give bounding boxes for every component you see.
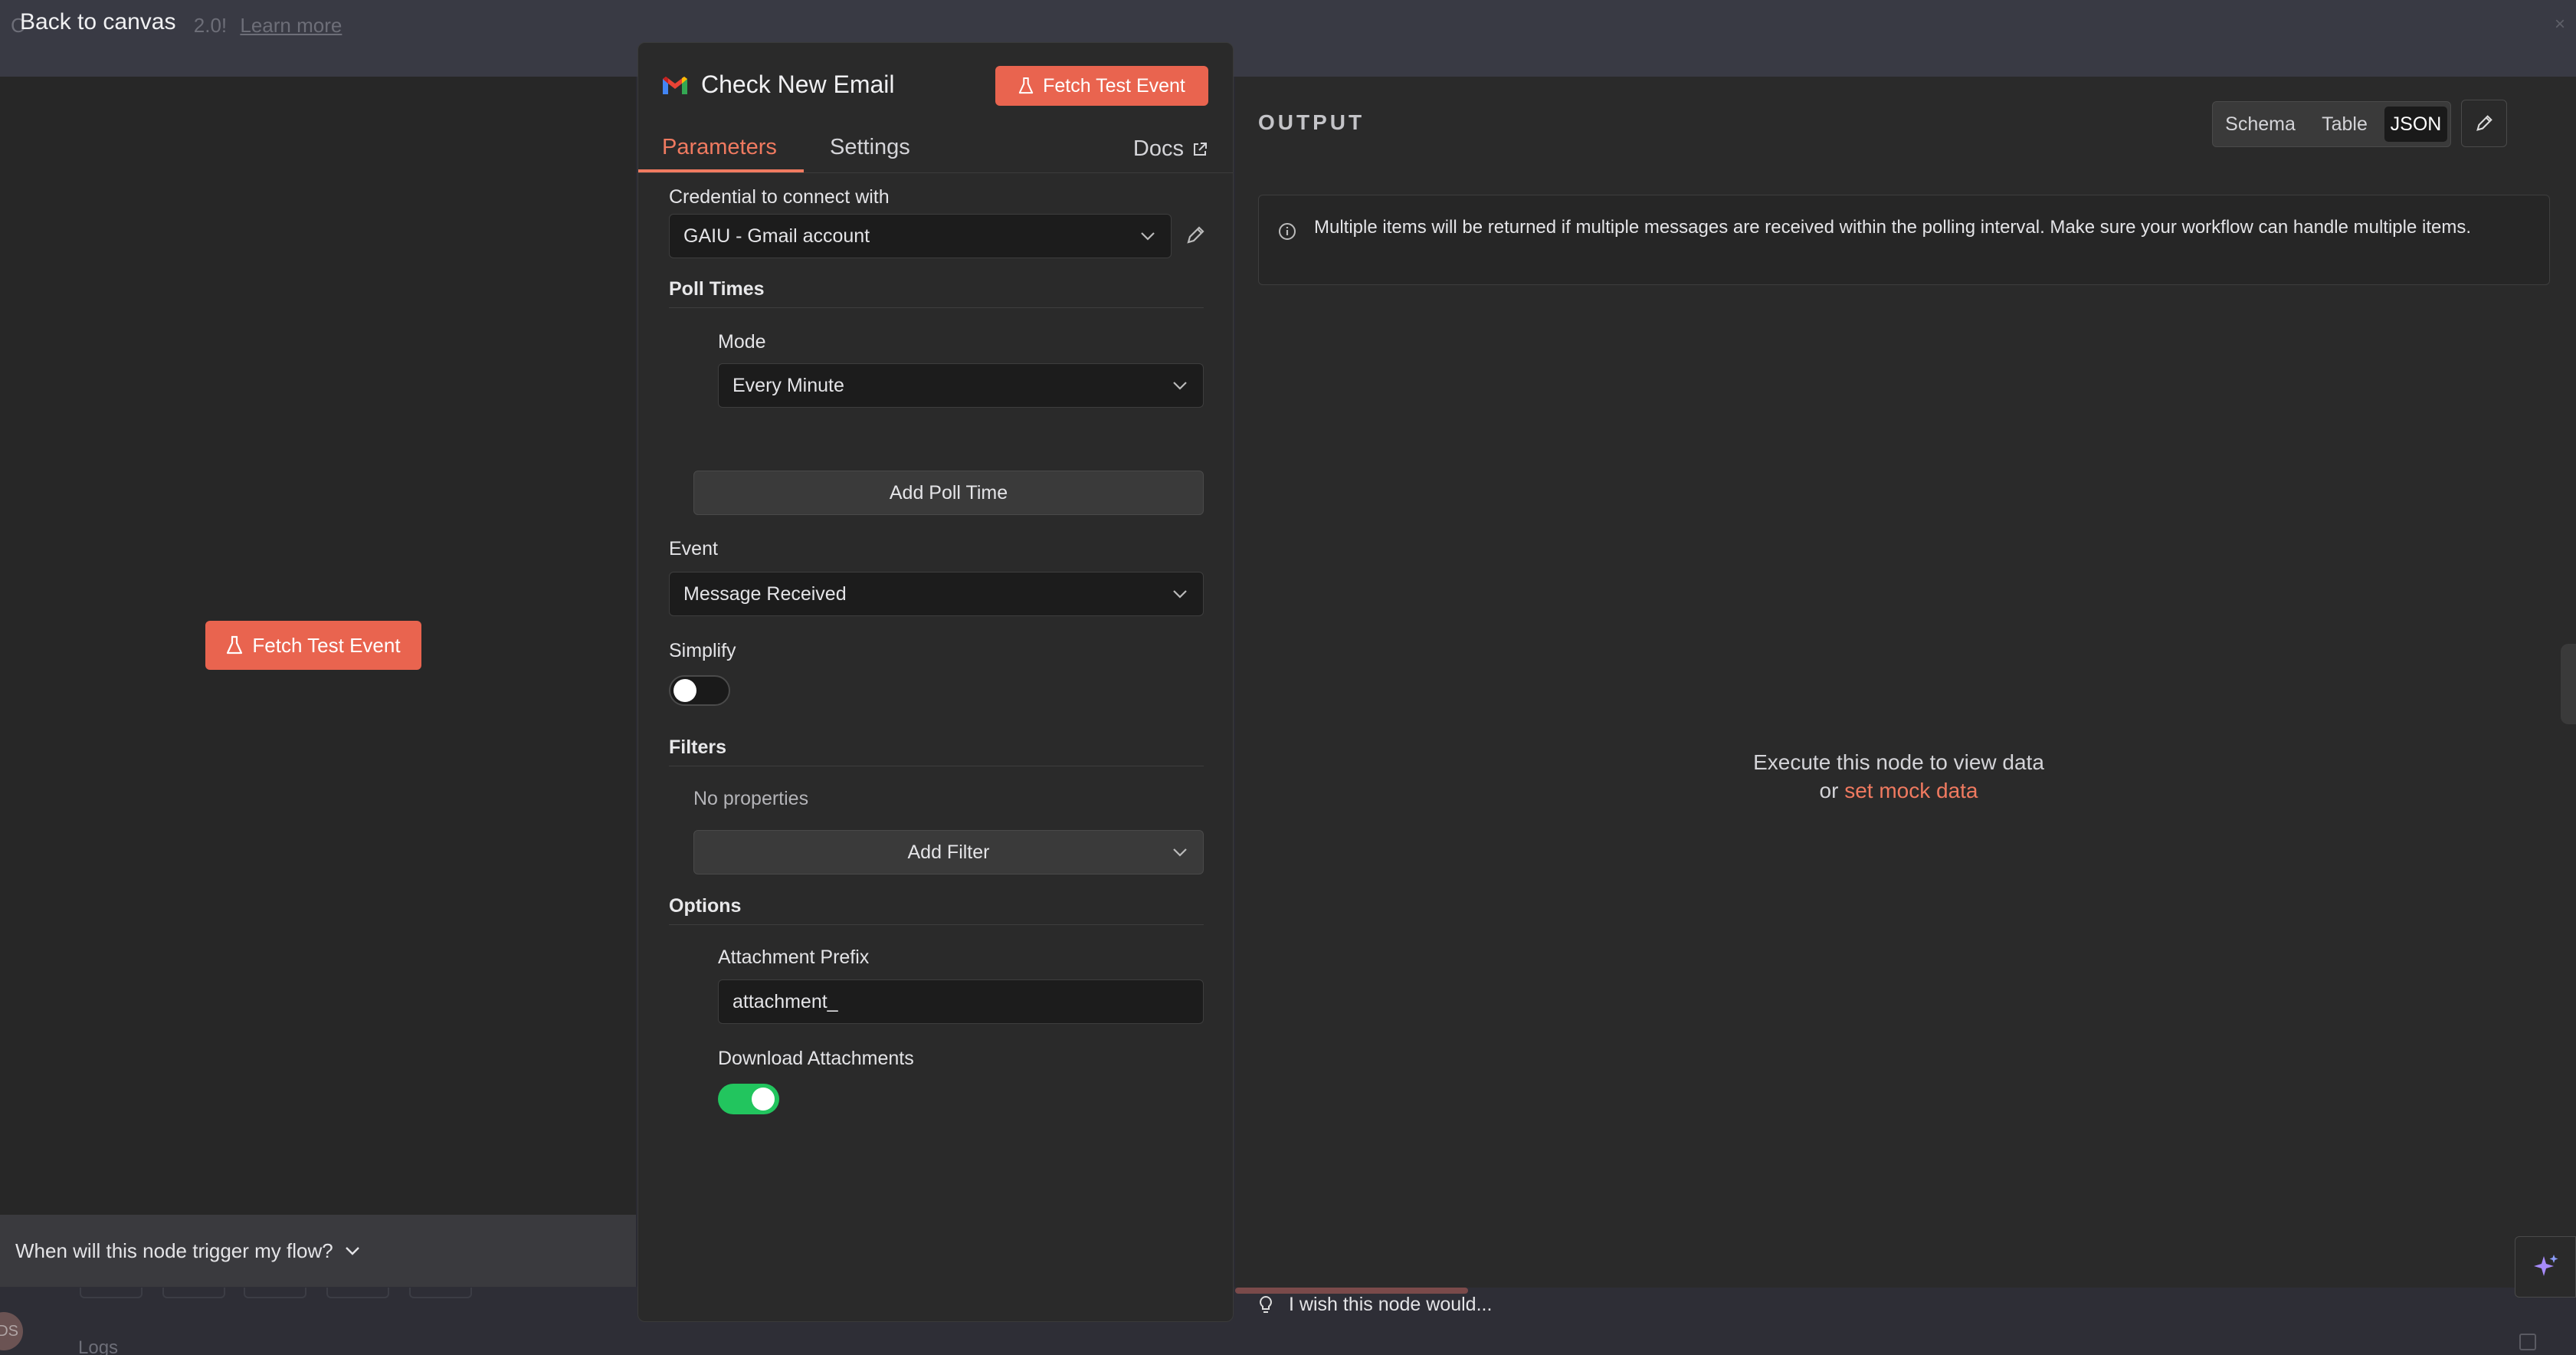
view-schema-button[interactable]: Schema [2217,107,2303,142]
sparkle-icon [2534,1255,2558,1276]
panel-tabs: Parameters Settings Docs [638,126,1233,173]
pencil-icon [2476,115,2492,131]
tab-underline [638,169,804,172]
chevron-down-icon [345,1247,359,1255]
fetch-test-event-button[interactable]: Fetch Test Event [995,66,1208,106]
tab-settings[interactable]: Settings [830,135,910,160]
external-link-icon [1194,142,1207,156]
close-icon[interactable]: × [2555,14,2565,35]
download-attachments-toggle[interactable] [718,1084,779,1114]
back-to-canvas-link[interactable]: Back to canvas [20,9,175,35]
edit-credential-pencil-icon[interactable] [1184,224,1207,247]
simplify-toggle[interactable] [669,675,730,706]
learn-more-link[interactable]: Learn more [240,14,342,37]
chevron-down-icon [1141,232,1155,241]
ai-assistant-button[interactable] [2515,1236,2576,1298]
ghost-tool [326,1288,389,1298]
edit-output-button[interactable] [2461,100,2507,147]
mode-label: Mode [718,331,766,353]
view-json-button[interactable]: JSON [2384,107,2447,142]
flask-icon [1018,77,1034,94]
ghost-tool [244,1288,306,1298]
credential-select[interactable]: GAIU - Gmail account [669,214,1172,258]
event-select[interactable]: Message Received [669,572,1204,616]
toggle-knob [752,1088,775,1111]
flask-icon [227,635,243,655]
ghost-tool [162,1288,225,1298]
output-panel: OUTPUT Schema Table JSON Multiple items … [1235,77,2576,1288]
node-parameters-panel: Check New Email Fetch Test Event Paramet… [637,42,1234,1322]
attachment-prefix-label: Attachment Prefix [718,947,870,968]
output-title: OUTPUT [1258,110,1365,134]
event-value: Message Received [683,582,847,605]
trigger-question: When will this node trigger my flow? [15,1239,333,1262]
docs-link[interactable]: Docs [1133,136,1208,162]
panel-icon[interactable] [2519,1334,2536,1350]
banner-version: 2.0! [193,14,228,37]
canvas-fetch-label: Fetch Test Event [252,633,401,657]
lightbulb-icon [1260,1295,1272,1313]
corner-icons [2519,1334,2564,1350]
ghost-tool [409,1288,472,1298]
chevron-up-icon[interactable] [2547,1334,2564,1350]
divider [669,307,1204,308]
add-filter-label: Add Filter [907,841,990,863]
tab-parameters[interactable]: Parameters [662,135,777,160]
add-filter-button[interactable]: Add Filter [693,830,1204,874]
empty-state-line: Execute this node to view data [1753,750,2044,774]
output-empty-state: Execute this node to view data or set mo… [1235,748,2562,805]
download-attachments-label: Download Attachments [718,1048,914,1069]
info-icon [1279,223,1296,240]
wish-text: I wish this node would... [1289,1294,1493,1315]
panel-title: Check New Email [701,71,895,98]
simplify-label: Simplify [669,640,736,661]
polling-notice: Multiple items will be returned if multi… [1258,195,2550,285]
feedback-bar[interactable]: I wish this node would... [1235,1288,2515,1322]
notice-text: Multiple items will be returned if multi… [1314,217,2471,238]
top-bar: C 2.0! Learn more Back to canvas × [0,0,2576,77]
gmail-icon [663,76,687,94]
mode-select[interactable]: Every Minute [718,363,1204,408]
trigger-info-toggle[interactable]: When will this node trigger my flow? [0,1215,636,1287]
no-properties-text: No properties [693,788,809,809]
event-label: Event [669,538,718,559]
output-view-toggle: Schema Table JSON [2212,101,2451,147]
panel-resize-handle[interactable] [2561,644,2576,724]
divider [669,924,1204,925]
options-label: Options [669,895,742,917]
logs-label[interactable]: Logs [78,1337,118,1355]
chevron-down-icon [1173,590,1187,599]
chevron-down-icon [1173,382,1187,390]
attachment-prefix-value: attachment_ [732,990,838,1012]
ghost-tool [80,1288,143,1298]
credential-value: GAIU - Gmail account [683,225,870,247]
poll-times-label: Poll Times [669,278,765,300]
mode-value: Every Minute [732,374,844,396]
docs-label: Docs [1132,136,1184,161]
filters-label: Filters [669,737,727,758]
fetch-label: Fetch Test Event [1043,74,1185,97]
chevron-down-icon [1173,848,1187,857]
add-poll-time-button[interactable]: Add Poll Time [693,471,1204,515]
credential-label: Credential to connect with [669,186,890,208]
panel-header: Check New Email [661,71,895,99]
empty-state-or: or [1819,779,1839,802]
view-table-button[interactable]: Table [2308,107,2381,142]
set-mock-data-link[interactable]: set mock data [1844,779,1978,802]
canvas-fetch-test-event-button[interactable]: Fetch Test Event [205,621,421,670]
attachment-prefix-input[interactable]: attachment_ [718,979,1204,1024]
toggle-knob [673,679,696,702]
